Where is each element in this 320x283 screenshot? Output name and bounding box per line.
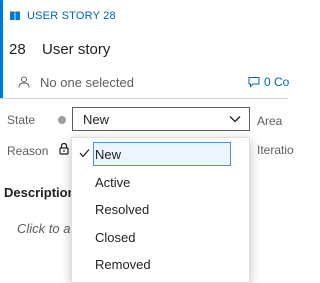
option-label: Active: [95, 174, 131, 190]
reason-label: Reason: [7, 144, 49, 158]
checkmark-icon: [79, 149, 90, 158]
state-dropdown-menu: New Active Resolved Closed Removed: [71, 137, 250, 283]
option-label: Closed: [95, 229, 136, 245]
iteration-label: Iteratio: [257, 143, 294, 157]
lock-icon: [59, 142, 69, 155]
state-option-closed[interactable]: Closed: [72, 224, 249, 250]
option-label: Resolved: [95, 201, 150, 217]
area-label: Area: [257, 114, 283, 128]
state-option-resolved[interactable]: Resolved: [72, 196, 249, 222]
state-label: State: [7, 113, 36, 127]
work-item-type: USER STORY 28: [9, 9, 116, 23]
person-icon: [18, 76, 30, 88]
state-option-new[interactable]: New: [72, 141, 249, 167]
assigned-to-label: No one selected: [40, 74, 134, 90]
option-label: Removed: [95, 256, 151, 272]
comments-link[interactable]: 0 Co: [248, 73, 289, 91]
work-item-title[interactable]: User story: [42, 41, 110, 58]
work-item-type-accent-bar: [0, 0, 3, 98]
book-icon: [10, 11, 20, 21]
option-label: New: [95, 146, 122, 162]
assigned-to-field[interactable]: No one selected: [18, 73, 134, 91]
state-color-dot: [58, 116, 66, 124]
comments-count: 0 Co: [264, 75, 290, 89]
work-item-id: 28: [9, 41, 26, 58]
description-editor[interactable]: Click to ad: [17, 221, 78, 236]
chevron-down-icon: [229, 116, 241, 123]
work-item-type-label[interactable]: USER STORY 28: [27, 10, 116, 22]
comment-icon: [248, 77, 260, 88]
state-option-active[interactable]: Active: [72, 169, 249, 195]
description-heading: Description: [4, 185, 76, 200]
state-select[interactable]: New: [72, 107, 250, 131]
header-divider: [0, 98, 288, 99]
state-select-value: New: [83, 111, 110, 127]
state-option-removed[interactable]: Removed: [72, 251, 249, 277]
